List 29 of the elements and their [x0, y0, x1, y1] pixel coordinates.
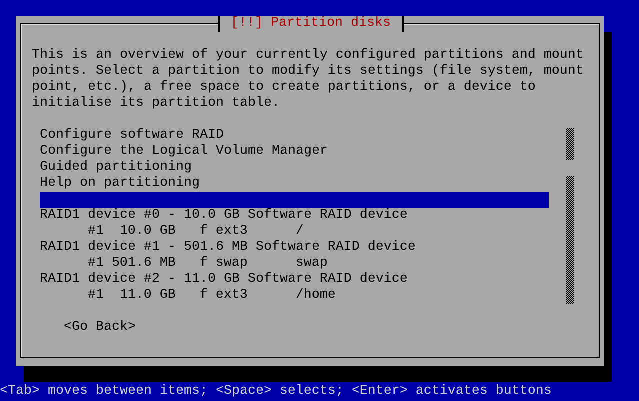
- mount-point: /: [296, 224, 304, 240]
- filesystem-type: ext3: [216, 224, 249, 240]
- format-marker-text: f: [200, 224, 208, 240]
- partition-row[interactable]: #1 11.0 GB f ext3 /home: [40, 288, 549, 304]
- partition-row[interactable]: #1 10.0 GB f ext3 /: [40, 224, 549, 240]
- scrollbar[interactable]: [566, 128, 574, 304]
- mount-point: /home: [296, 288, 336, 304]
- format-marker-text: f: [200, 288, 208, 304]
- mount-point: swap: [296, 256, 328, 272]
- menu-item[interactable]: Configure software RAID: [40, 128, 549, 144]
- filesystem-type: swap: [216, 256, 248, 272]
- description-text: This is an overview of your currently configured partitions and mount points. Select a partition to modify its settings (file system, mount point, etc.), a free space to create partitions, or a device to initialise its partition table.: [32, 48, 585, 112]
- partition-size: 10.0 GB: [118, 224, 176, 240]
- go-back-button[interactable]: <Go Back>: [64, 320, 136, 336]
- partition-row[interactable]: #1 501.6 MB f swap swap: [40, 256, 549, 272]
- partition-size: 11.0 GB: [118, 288, 176, 304]
- format-marker-text: f: [200, 256, 208, 272]
- partition-number: #1: [88, 256, 104, 272]
- device-row[interactable]: RAID1 device #2 - 11.0 GB Software RAID device: [40, 272, 549, 288]
- menu-item[interactable]: Guided partitioning: [40, 160, 549, 176]
- partition-number: #1: [88, 288, 104, 304]
- device-row[interactable]: RAID1 device #1 - 501.6 MB Software RAID device: [40, 240, 549, 256]
- menu-item[interactable]: Help on partitioning: [40, 176, 549, 192]
- filesystem-type: ext3: [216, 288, 249, 304]
- partition-size: 501.6 MB: [110, 256, 176, 272]
- device-row[interactable]: RAID1 device #0 - 10.0 GB Software RAID device: [40, 208, 549, 224]
- menu-item[interactable]: Configure the Logical Volume Manager: [40, 144, 549, 160]
- dialog-title: [!!] Partition disks: [218, 16, 404, 32]
- partition-number: #1: [88, 224, 104, 240]
